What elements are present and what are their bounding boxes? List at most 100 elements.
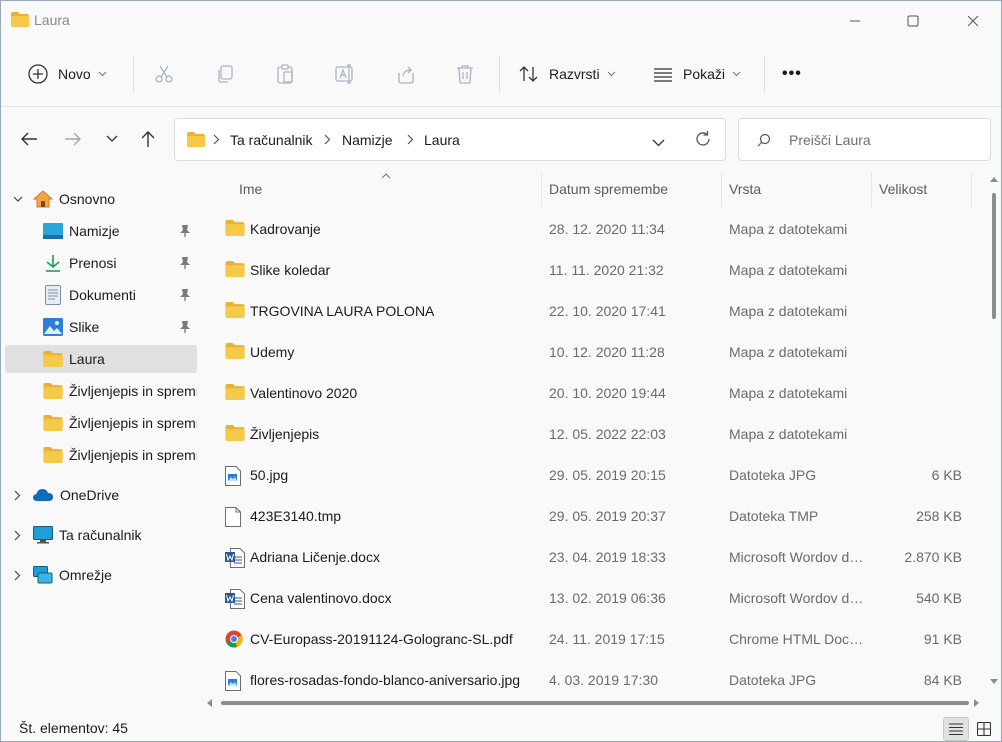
file-list: Ime Datum spremembe Vrsta Velikost Kadro… [201,171,987,691]
tiles-view-button[interactable] [971,717,997,741]
desktop-icon [43,223,63,239]
view-button[interactable]: Pokaži [652,57,741,91]
file-row[interactable]: flores-rosadas-fondo-blanco-aniversario.… [201,660,987,691]
sidebar-item-cv-folder[interactable]: Življenjepis in spremno pismo [5,441,197,469]
sidebar-item-this-pc[interactable]: Ta računalnik [5,521,197,549]
address-history-button[interactable] [652,134,665,150]
column-header-name[interactable]: Ime [239,181,262,197]
file-row[interactable]: Življenjepis 12. 05. 2022 22:03 Mapa z dat… [201,414,987,455]
more-button[interactable]: ••• [782,57,802,91]
folder-icon [43,383,63,399]
vertical-scrollbar[interactable] [987,171,1001,691]
file-type: Mapa z datotekami [729,344,848,360]
view-label: Pokaži [683,66,726,82]
column-divider[interactable] [871,173,872,207]
pictures-icon [43,318,63,336]
sidebar-item-home[interactable]: Osnovno [5,185,197,213]
cut-button[interactable] [153,57,175,91]
breadcrumb-laura[interactable]: Laura [424,132,460,148]
column-header-type[interactable]: Vrsta [729,181,761,197]
file-type: Chrome HTML Document [729,631,864,647]
search-input[interactable]: Preišči Laura [789,132,871,148]
share-button[interactable] [395,57,417,91]
back-button[interactable] [16,124,42,154]
chevron-down-icon [607,71,615,77]
image-file-icon [225,671,245,691]
folder-icon [225,302,245,322]
rename-button[interactable] [334,57,356,91]
folder-icon [225,425,245,445]
sidebar-item-onedrive[interactable]: OneDrive [5,481,197,509]
file-row[interactable]: Slike koledar 11. 11. 2020 21:32 Mapa z da… [201,250,987,291]
refresh-button[interactable] [694,130,712,151]
search-icon [757,133,771,147]
sidebar-item-desktop[interactable]: Namizje [5,217,197,245]
sidebar-item-cv-folder[interactable]: Življenjepis in spremno pismo [5,377,197,405]
file-type: Mapa z datotekami [729,385,848,401]
file-name: TRGOVINA LAURA POLONA [250,303,435,319]
file-row[interactable]: 423E3140.tmp 29. 05. 2019 20:37 Datoteka T… [201,496,987,537]
sidebar-item-network[interactable]: Omrežje [5,561,197,589]
file-name: Kadrovanje [250,221,321,237]
breadcrumb-this-pc[interactable]: Ta računalnik [230,132,313,148]
file-row[interactable]: 50.jpg 29. 05. 2019 20:15 Datoteka JPG 6 KB [201,455,987,496]
file-name: Cena valentinovo.docx [250,590,392,606]
file-date: 29. 05. 2019 20:37 [549,508,666,524]
blank-file-icon [225,507,245,527]
vertical-scroll-thumb[interactable] [992,193,996,319]
file-row[interactable]: TRGOVINA LAURA POLONA 22. 10. 2020 17:41 M… [201,291,987,332]
recent-locations-button[interactable] [99,124,125,154]
breadcrumb-desktop[interactable]: Namizje [342,132,393,148]
horizontal-scrollbar[interactable] [201,694,987,710]
file-type: Datoteka TMP [729,508,819,524]
file-row[interactable]: Adriana Ličenje.docx 23. 04. 2019 18:33 Mi… [201,537,987,578]
sidebar-item-documents[interactable]: Dokumenti [5,281,197,309]
address-bar[interactable]: Ta računalnik Namizje Laura [174,118,726,161]
search-box[interactable]: Preišči Laura [738,118,991,161]
navigation-pane: Osnovno Namizje Prenosi Dokumenti Slike [1,171,201,711]
delete-button[interactable] [454,57,476,91]
chevron-down-icon [98,71,107,77]
column-header-row: Ime Datum spremembe Vrsta Velikost [201,171,987,207]
scroll-up-icon [990,177,998,182]
up-button[interactable] [135,124,161,154]
folder-icon [187,132,205,150]
home-icon [33,190,53,208]
folder-icon [43,447,63,463]
chevron-down-icon [13,196,23,202]
details-view-button[interactable] [943,717,969,741]
column-header-size[interactable]: Velikost [879,181,927,197]
item-count: Št. elementov: 45 [19,720,128,736]
column-divider[interactable] [721,173,722,207]
file-row[interactable]: Cena valentinovo.docx 13. 02. 2019 06:36 M… [201,578,987,619]
paste-button[interactable] [274,57,296,91]
address-row: Ta računalnik Namizje Laura Preišči Laur… [1,108,1001,170]
file-size: 2.870 KB [904,549,962,565]
copy-button[interactable] [214,57,236,91]
forward-button[interactable] [60,124,86,154]
column-divider[interactable] [971,173,972,207]
sort-button[interactable]: Razvrsti [518,57,616,91]
sidebar-item-downloads[interactable]: Prenosi [5,249,197,277]
sidebar-item-cv-folder[interactable]: Življenjepis in spremno pismo [5,409,197,437]
sidebar-item-label: Ta računalnik [59,527,142,543]
file-row[interactable]: Kadrovanje 28. 12. 2020 11:34 Mapa z datot… [201,209,987,250]
column-header-date[interactable]: Datum spremembe [549,181,668,197]
sidebar-item-label: Življenjepis in spremno pismo [69,383,197,399]
file-name: Adriana Ličenje.docx [250,549,380,565]
file-name: Življenjepis [250,426,320,442]
minimize-button[interactable] [827,1,883,41]
file-row[interactable]: Udemy 10. 12. 2020 11:28 Mapa z datotekami [201,332,987,373]
sidebar-item-laura[interactable]: Laura [5,345,197,373]
sidebar-item-pictures[interactable]: Slike [5,313,197,341]
file-row[interactable]: Valentinovo 2020 20. 10. 2020 19:44 Mapa z… [201,373,987,414]
horizontal-scroll-thumb[interactable] [221,701,969,705]
cloud-icon [33,489,53,501]
column-divider[interactable] [541,173,542,207]
maximize-button[interactable] [885,1,941,41]
file-row[interactable]: CV-Europass-20191124-Gologranc-SL.pdf 24.… [201,619,987,660]
close-button[interactable] [945,1,1001,41]
arrow-right-icon [65,132,81,146]
new-button[interactable]: Novo [27,57,107,91]
scissors-icon [155,65,173,83]
